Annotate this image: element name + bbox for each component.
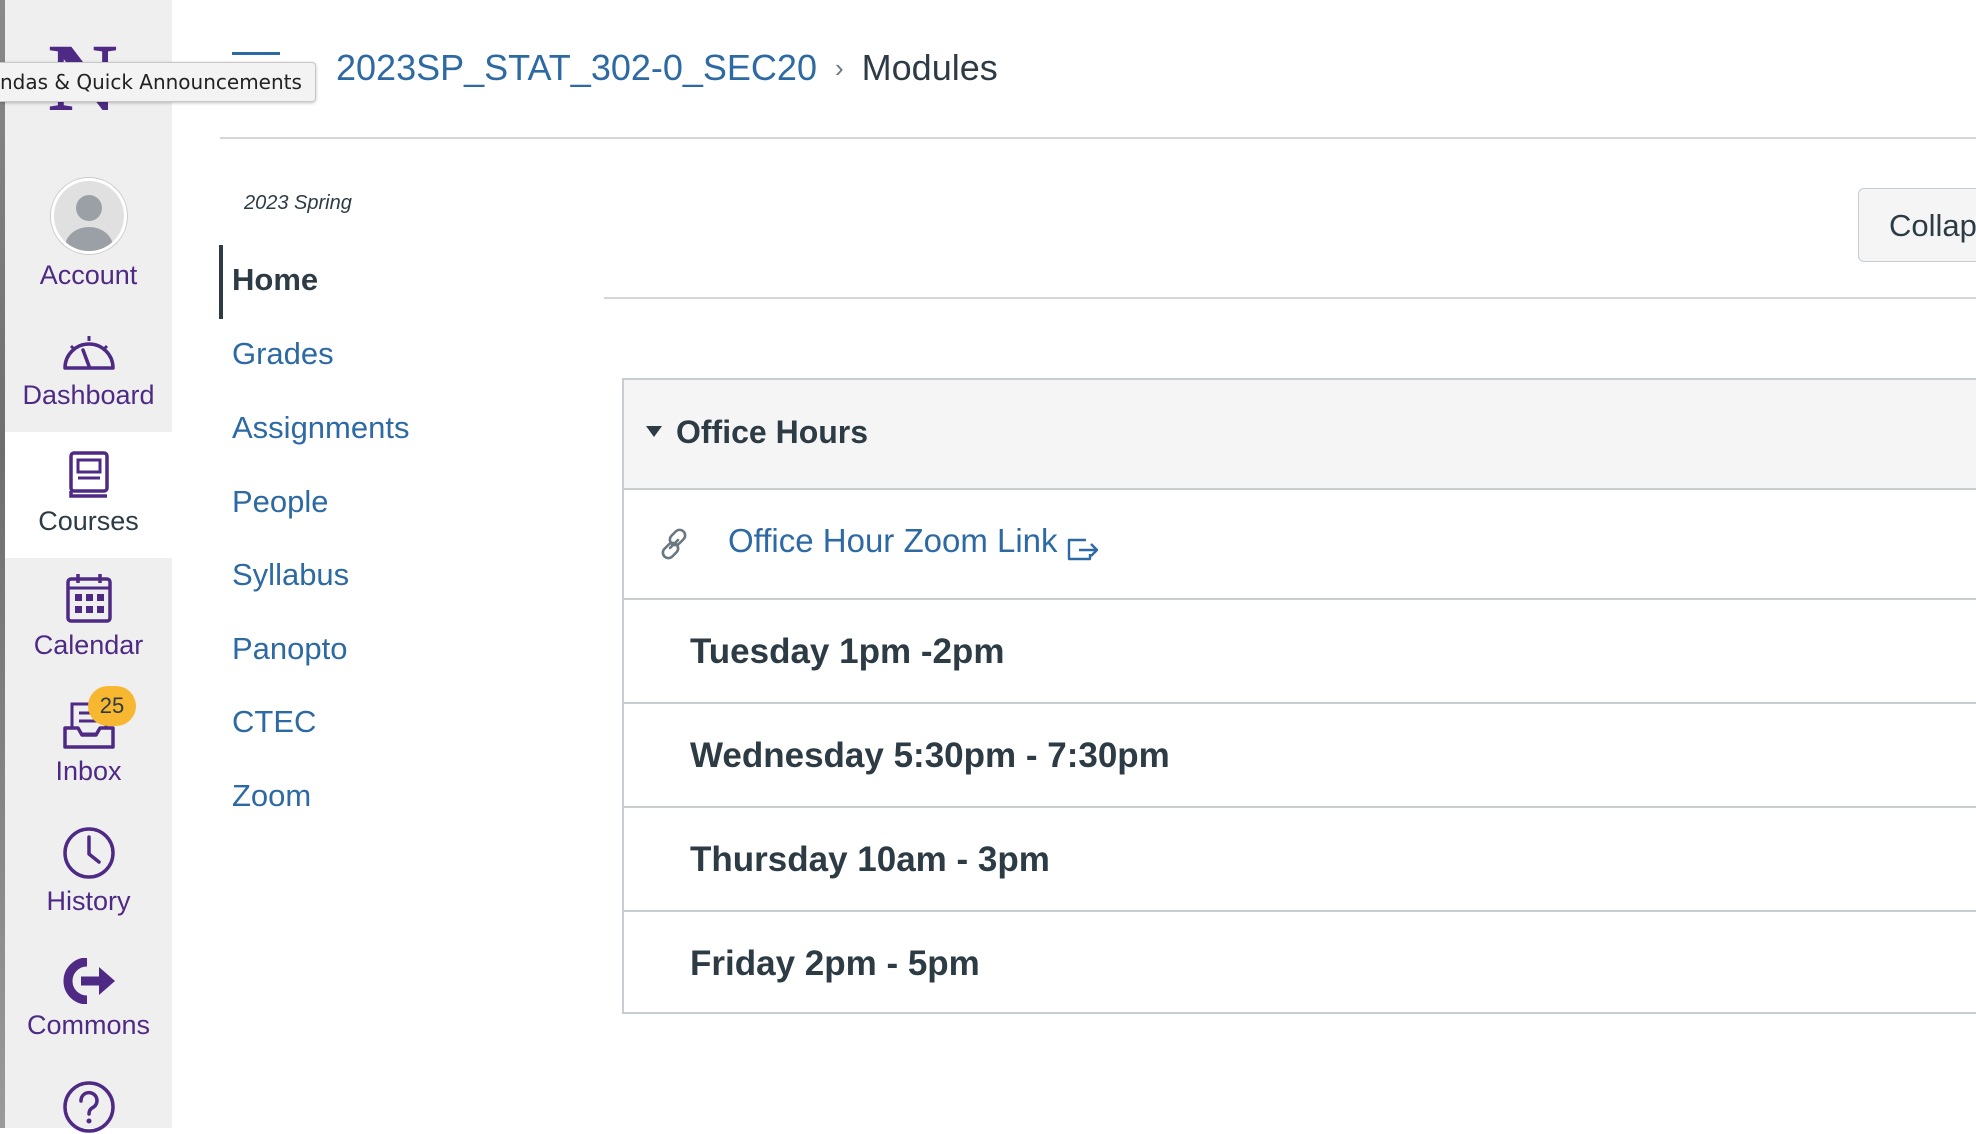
course-nav-zoom[interactable]: Zoom [232,778,311,814]
breadcrumb-separator: › [834,53,844,83]
module-item-header: Wednesday 5:30pm - 7:30pm [624,704,1976,808]
course-term: 2023 Spring [244,192,352,214]
nav-tooltip: ndas & Quick Announcements [0,62,316,102]
avatar-icon [50,178,127,254]
global-nav-commons[interactable]: Commons [5,958,172,1041]
global-nav-calendar[interactable]: Calendar [5,572,172,661]
office-hours-wednesday: Wednesday 5:30pm - 7:30pm [690,736,1170,775]
course-nav-home[interactable]: Home [232,262,318,298]
office-hours-friday: Friday 2pm - 5pm [690,944,980,983]
module-office-hours: Office Hours Office Hour Zoom Link Tuesd… [622,378,1976,1014]
course-nav-panopto[interactable]: Panopto [232,631,348,667]
global-nav-help[interactable] [5,1080,172,1134]
module-title: Office Hours [676,414,869,450]
office-hours-tuesday: Tuesday 1pm -2pm [690,632,1005,671]
external-link-icon[interactable] [1066,536,1100,562]
breadcrumb: 2023SP_STAT_302-0_SEC20 › Modules [336,44,998,95]
global-nav-commons-label: Commons [26,1010,151,1040]
module-item-header: Friday 2pm - 5pm [624,912,1976,1014]
global-nav-dashboard[interactable]: Dashboard [5,330,172,411]
global-nav-dashboard-label: Dashboard [22,380,155,410]
breadcrumb-course-link[interactable]: 2023SP_STAT_302-0_SEC20 [336,47,817,88]
header-divider [220,137,1976,139]
course-nav-people[interactable]: People [232,484,329,520]
office-hours-thursday: Thursday 10am - 3pm [690,840,1050,879]
hamburger-menu-icon[interactable] [232,52,280,55]
help-icon [62,1081,115,1133]
global-nav-courses[interactable]: Courses [5,432,172,558]
course-nav-assignments[interactable]: Assignments [232,410,409,446]
global-nav-inbox[interactable]: Inbox [5,702,172,787]
course-nav-active-indicator [219,245,223,319]
office-hour-zoom-link[interactable]: Office Hour Zoom Link [728,522,1058,560]
course-nav-syllabus[interactable]: Syllabus [232,557,349,593]
collapse-all-button[interactable]: Collap [1858,188,1976,262]
global-nav-history[interactable]: History [5,826,172,917]
history-icon [62,827,115,879]
course-nav-ctec[interactable]: CTEC [232,704,316,740]
module-item-header: Thursday 10am - 3pm [624,808,1976,912]
global-nav-courses-label: Courses [38,506,139,536]
course-nav-grades[interactable]: Grades [232,336,334,372]
global-nav-calendar-label: Calendar [33,630,144,660]
commons-icon [63,958,115,1004]
link-icon [661,528,687,560]
global-nav-account[interactable]: Account [5,178,172,291]
module-item-link[interactable]: Office Hour Zoom Link [624,490,1976,600]
inbox-unread-badge: 25 [88,686,136,726]
global-nav-history-label: History [46,886,131,916]
global-nav-inbox-label: Inbox [55,756,122,786]
calendar-icon [65,574,112,623]
global-nav: N Account Dashboard Courses [0,0,172,1133]
dashboard-icon [62,336,115,370]
global-nav-account-label: Account [39,260,138,290]
module-header[interactable]: Office Hours [624,380,1976,490]
courses-icon [68,451,109,498]
caret-down-icon[interactable] [646,426,662,437]
module-item-header: Tuesday 1pm -2pm [624,600,1976,704]
breadcrumb-current: Modules [861,47,998,88]
toolbar-divider [604,297,1976,299]
